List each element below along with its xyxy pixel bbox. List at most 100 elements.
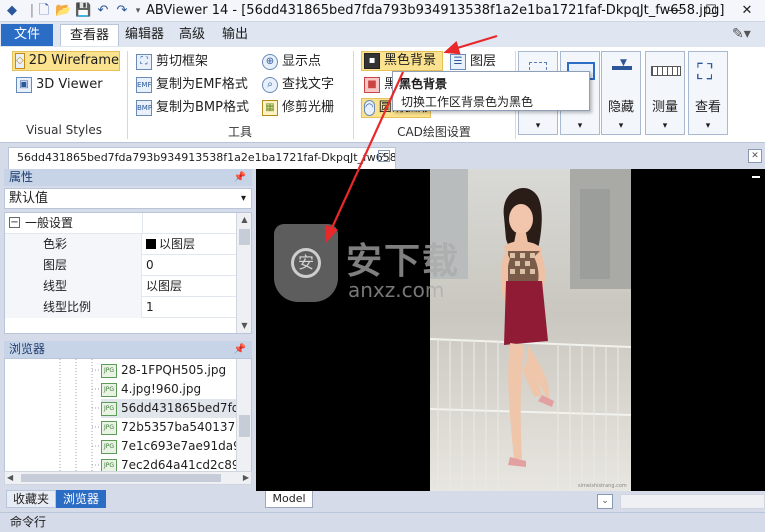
scroll-up-icon[interactable]: ▲ xyxy=(237,213,251,227)
close-tab-icon[interactable]: ✕ xyxy=(378,150,390,162)
property-row-linetype-scale[interactable]: 线型比例 1 xyxy=(5,297,237,318)
tab-advanced[interactable]: 高级 xyxy=(170,24,214,46)
hide-button[interactable]: ▼ 隐藏 ▾ xyxy=(601,51,641,135)
tab-file[interactable]: 文件 xyxy=(1,24,53,46)
command-line[interactable]: 命令行 xyxy=(0,512,765,532)
browser-scrollbar[interactable] xyxy=(236,359,251,471)
properties-title: 属性 xyxy=(9,170,34,184)
property-value: 0 xyxy=(146,258,154,272)
property-preset-select[interactable]: 默认值 ▾ xyxy=(4,188,252,209)
find-text-button[interactable]: ⌕ 查找文字 xyxy=(262,75,334,95)
view-button[interactable]: ⛶ 查看 ▾ xyxy=(688,51,728,135)
browser-title: 浏览器 xyxy=(9,342,46,356)
wireframe-2d-button[interactable]: ◇ 2D Wireframe xyxy=(12,51,120,71)
scroll-thumb[interactable] xyxy=(21,474,221,482)
list-item[interactable]: JPG 7e1c693e7ae91da905 xyxy=(101,437,252,456)
arc-icon: ◠ xyxy=(364,100,375,116)
color-swatch xyxy=(146,239,156,249)
raster-icon: ▦ xyxy=(262,100,278,116)
copy-emf-button[interactable]: EMF 复制为EMF格式 xyxy=(136,75,248,95)
file-name: 7ec2d64a41cd2c8910 xyxy=(121,458,252,472)
measure-label: 测量 xyxy=(651,100,678,115)
browser-horizontal-scrollbar[interactable]: ◀ ▶ xyxy=(4,471,252,485)
property-name: 图层 xyxy=(5,255,142,276)
property-section-general[interactable]: − 一般设置 xyxy=(5,213,237,234)
list-item[interactable]: JPG 7ec2d64a41cd2c8910 xyxy=(101,456,252,472)
show-points-label: 显示点 xyxy=(282,54,322,69)
layout-dropdown-icon[interactable]: ⌄ xyxy=(597,494,613,509)
scroll-thumb[interactable] xyxy=(239,415,250,437)
save-icon[interactable]: 💾 xyxy=(75,3,91,19)
down-arrow-icon: ▼ xyxy=(620,58,627,68)
canvas-horizontal-scrollbar[interactable] xyxy=(620,494,765,509)
redo-icon[interactable]: ↷ xyxy=(114,3,130,19)
scroll-left-icon[interactable]: ◀ xyxy=(7,472,13,484)
tab-browser[interactable]: 浏览器 xyxy=(56,490,107,508)
ruler-icon xyxy=(651,66,681,76)
property-name: 线型 xyxy=(5,276,142,297)
property-row-color[interactable]: 色彩 以图层 xyxy=(5,234,237,255)
tab-editor[interactable]: 编辑器 xyxy=(116,24,173,46)
maximize-button[interactable]: ☐ xyxy=(693,0,729,22)
tab-favorites[interactable]: 收藏夹 xyxy=(6,490,57,508)
minimize-button[interactable]: — xyxy=(657,0,693,22)
show-points-button[interactable]: ⊕ 显示点 xyxy=(262,52,321,72)
property-value: 以图层 xyxy=(143,234,237,255)
layers-button[interactable]: ☰ 图层 xyxy=(450,52,496,72)
list-item[interactable]: JPG 72b5357ba540137604 xyxy=(101,418,252,437)
property-preset-value: 默认值 xyxy=(9,191,49,206)
close-button[interactable]: ✕ xyxy=(729,0,765,22)
viewer-3d-label: 3D Viewer xyxy=(36,77,103,92)
properties-scrollbar[interactable]: ▲ ▼ xyxy=(236,213,251,333)
black-background-button[interactable]: ▪ 黑色背景 xyxy=(361,51,443,71)
property-row-layer[interactable]: 图层 0 xyxy=(5,255,237,276)
scroll-thumb[interactable] xyxy=(239,229,250,245)
tab-close-all-icon[interactable]: ✕ xyxy=(748,149,762,163)
group-label-cad-settings: CAD绘图设置 xyxy=(397,125,471,139)
tab-viewer[interactable]: 查看器 xyxy=(60,24,120,46)
collapse-icon[interactable]: − xyxy=(9,217,20,228)
image-file-icon: JPG xyxy=(101,382,117,397)
watermark-text: 安下载 xyxy=(346,241,461,282)
watermark-shield-icon: 安 xyxy=(274,224,338,302)
property-row-linetype[interactable]: 线型 以图层 xyxy=(5,276,237,297)
new-file-icon[interactable]: 🗋 xyxy=(36,3,52,19)
property-name: 色彩 xyxy=(5,234,142,255)
list-item[interactable]: JPG 28-1FPQH505.jpg xyxy=(101,361,226,380)
tab-model[interactable]: Model xyxy=(265,491,313,508)
black-background-icon: ▪ xyxy=(364,53,380,69)
clip-frame-button[interactable]: ⛶ 剪切框架 xyxy=(136,52,208,72)
document-tab[interactable]: 56dd431865bed7fda793b934913538f1a2e1ba17… xyxy=(8,147,396,169)
palette-icon: ■ xyxy=(364,77,380,93)
list-item[interactable]: JPG 4.jpg!960.jpg xyxy=(101,380,201,399)
ribbon: ◇ 2D Wireframe ▣ 3D Viewer Visual Styles… xyxy=(0,47,765,143)
scroll-right-icon[interactable]: ▶ xyxy=(243,472,249,484)
property-section-label: 一般设置 xyxy=(25,216,74,230)
copy-bmp-button[interactable]: BMP 复制为BMP格式 xyxy=(136,98,249,118)
hide-label: 隐藏 xyxy=(607,100,634,115)
viewer-3d-button[interactable]: ▣ 3D Viewer xyxy=(16,75,103,95)
qa-dropdown-icon[interactable]: ▾ xyxy=(130,3,146,19)
file-name: 7e1c693e7ae91da905 xyxy=(121,439,252,453)
tab-output[interactable]: 输出 xyxy=(213,24,257,46)
pin-icon[interactable]: 📌 xyxy=(234,169,246,186)
pin-icon[interactable]: 📌 xyxy=(234,341,246,358)
loaded-image[interactable]: simeishistrang.com xyxy=(430,169,631,491)
trim-raster-button[interactable]: ▦ 修剪光栅 xyxy=(262,98,334,118)
app-icon: ◆ xyxy=(7,3,17,18)
open-folder-icon[interactable]: 📂 xyxy=(55,3,71,19)
black-background-label: 黑色背景 xyxy=(384,53,437,68)
undo-icon[interactable]: ↶ xyxy=(95,3,111,19)
watermark-badge: 安 xyxy=(291,248,321,278)
scroll-down-icon[interactable]: ▼ xyxy=(237,319,251,333)
find-text-label: 查找文字 xyxy=(282,77,335,92)
list-item-selected[interactable]: JPG 56dd431865bed7fda7 xyxy=(101,399,251,418)
group-label-visual-styles: Visual Styles xyxy=(25,123,103,137)
customize-icon[interactable]: ✎▾ xyxy=(732,26,751,42)
image-file-icon: JPG xyxy=(101,458,117,471)
measure-button[interactable]: 测量 ▾ xyxy=(645,51,685,135)
photo-credit: simeishistrang.com xyxy=(578,483,627,489)
file-name: 72b5357ba540137604 xyxy=(121,420,252,434)
properties-header: 属性 📌 xyxy=(4,169,252,186)
chevron-down-icon: ▾ xyxy=(618,121,624,131)
